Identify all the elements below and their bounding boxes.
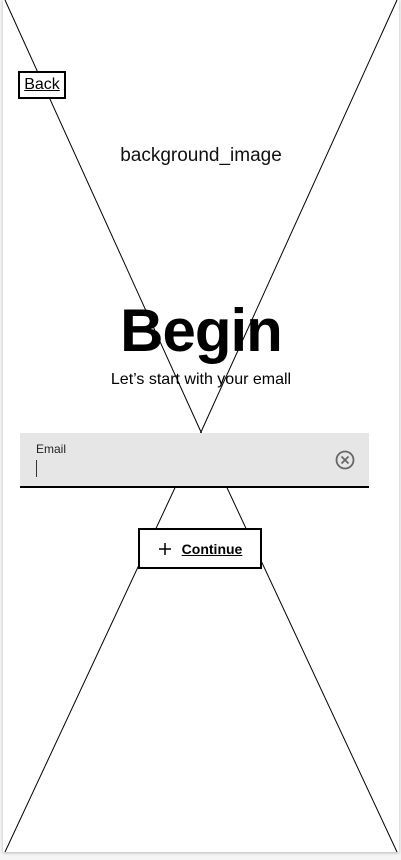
close-circle-icon[interactable]: [335, 450, 355, 470]
page-title: Begin: [120, 297, 283, 364]
background-image-label: background_image: [120, 145, 282, 166]
text-caret: [36, 460, 37, 477]
signup-screen: Back background_image Begin Let’s start …: [3, 0, 399, 852]
plus-icon: [158, 542, 171, 555]
back-button[interactable]: Back: [18, 71, 66, 99]
email-field[interactable]: Email: [20, 433, 369, 488]
email-field-label: Email: [36, 442, 67, 456]
page-subtitle: Let’s start with your emall: [110, 371, 292, 388]
continue-button-label: Continue: [181, 540, 243, 557]
continue-button[interactable]: Continue: [138, 528, 262, 569]
email-input[interactable]: [34, 459, 328, 479]
background-image-placeholder: [4, 0, 398, 852]
